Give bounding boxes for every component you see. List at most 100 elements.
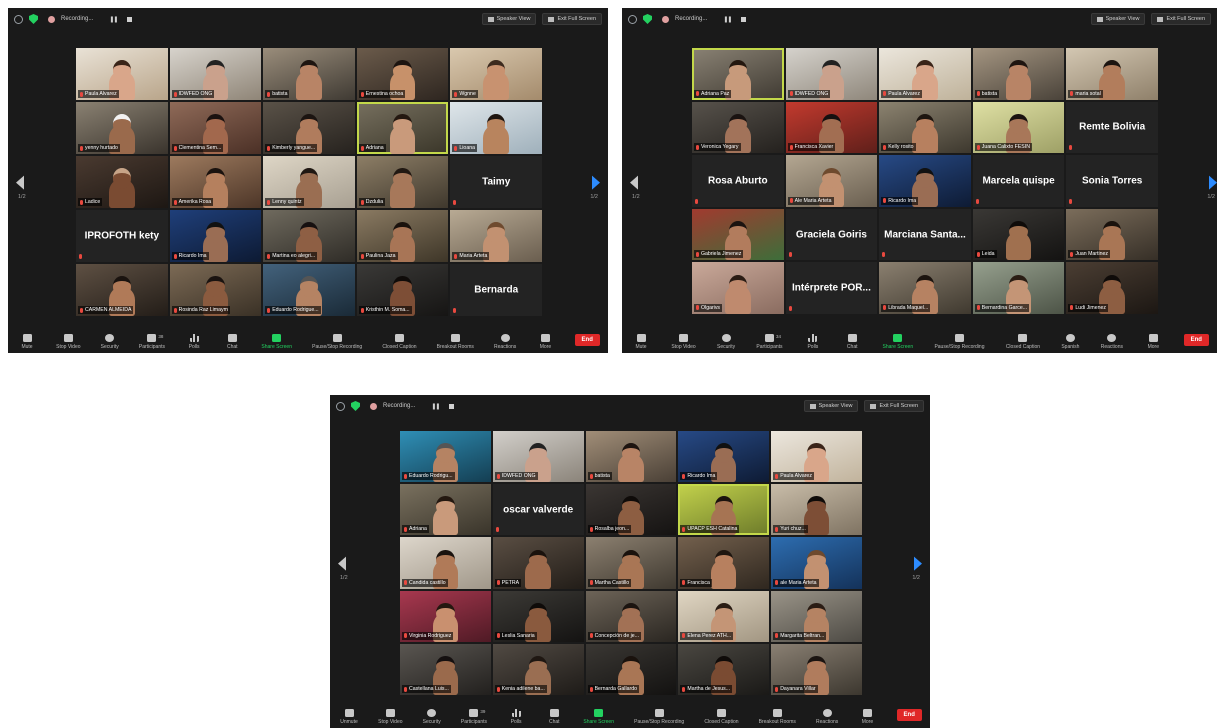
participant-video-tile[interactable]: Veronica Yegary — [692, 101, 784, 154]
previous-page-arrow-icon[interactable] — [16, 175, 24, 190]
mic-button[interactable]: Mute — [632, 334, 650, 350]
participant-video-tile[interactable]: Kenia adilene ba... — [492, 643, 584, 695]
participant-video-tile[interactable]: Candida castillo — [400, 537, 491, 589]
participant-name-tile[interactable]: Bernarda — [450, 264, 542, 316]
exit-fullscreen-button[interactable]: Exit Full Screen — [864, 400, 924, 412]
participant-video-tile[interactable]: Adriana — [356, 102, 449, 154]
reactions-button[interactable]: Reactions — [1101, 334, 1123, 350]
participant-video-tile[interactable]: Kimberly yangue... — [263, 102, 355, 154]
pause-stop-button[interactable]: Pause/Stop Recording — [634, 709, 684, 725]
participant-video-tile[interactable]: IDWFED ONG — [785, 48, 878, 100]
participant-video-tile[interactable]: Lioana — [450, 102, 542, 154]
participant-video-tile[interactable]: Kristhin M. Soma... — [356, 264, 449, 316]
pause-stop-button[interactable]: Pause/Stop Recording — [934, 334, 984, 350]
participant-name-tile[interactable]: Graciela Goiris — [785, 208, 878, 261]
stop-recording-icon[interactable] — [741, 16, 747, 22]
stop-recording-icon[interactable] — [127, 16, 133, 22]
next-page-arrow-icon[interactable] — [914, 556, 922, 571]
security-shield-icon[interactable] — [643, 14, 652, 24]
end-meeting-button[interactable]: End — [574, 334, 600, 346]
participant-name-tile[interactable]: Remte Bolivia — [1066, 101, 1158, 154]
more-button[interactable]: More — [858, 709, 876, 725]
pause-recording-icon[interactable]: ❚❚ — [431, 403, 440, 410]
info-icon[interactable] — [336, 401, 345, 411]
participant-name-tile[interactable]: Rosa Aburto — [692, 155, 784, 207]
participant-video-tile[interactable]: Paula Alvarez — [879, 48, 971, 100]
participant-video-tile[interactable]: Eduardo Rodrigue... — [263, 264, 355, 316]
participants-button[interactable]: 38 Participants — [139, 334, 165, 350]
mic-button[interactable]: Mute — [18, 334, 36, 350]
participant-name-tile[interactable]: Taimy — [450, 156, 542, 208]
camera-button[interactable]: Stop Video — [378, 709, 403, 725]
previous-page-arrow-icon[interactable] — [338, 556, 346, 571]
info-icon[interactable] — [628, 14, 637, 24]
share-screen-button[interactable]: Share Screen — [261, 334, 292, 350]
pause-recording-icon[interactable]: ❚❚ — [109, 16, 118, 23]
participant-video-tile[interactable]: IDWFED ONG — [492, 431, 584, 483]
participant-video-tile[interactable]: Clementina Sem... — [169, 102, 262, 154]
participant-video-tile[interactable]: Wgnne — [450, 48, 542, 100]
pause-recording-icon[interactable]: ❚❚ — [723, 16, 732, 23]
participant-video-tile[interactable]: Leida — [972, 208, 1065, 261]
polls-button[interactable]: Polls — [804, 334, 822, 350]
pause-stop-button[interactable]: Pause/Stop Recording — [312, 334, 362, 350]
participant-video-tile[interactable]: Castellana Luis... — [400, 643, 491, 695]
shield-button[interactable]: Security — [423, 709, 441, 725]
participant-video-tile[interactable]: ale Maria Arteta — [771, 537, 862, 589]
chat-button[interactable]: Chat — [843, 334, 861, 350]
participant-video-tile[interactable]: Rosalba jeon... — [585, 484, 677, 536]
participant-video-tile[interactable]: Gabriela Jimenez — [692, 208, 784, 261]
participant-video-tile[interactable]: Olgarivs — [692, 262, 784, 314]
shield-button[interactable]: Security — [101, 334, 119, 350]
participant-video-tile[interactable]: Paula Alvarez — [76, 48, 168, 100]
participant-video-tile[interactable]: PETRA — [492, 537, 584, 589]
participant-name-tile[interactable]: Sonia Torres — [1066, 155, 1158, 207]
participant-video-tile[interactable]: Dzdulia — [356, 156, 449, 208]
previous-page-arrow-icon[interactable] — [630, 175, 638, 190]
participant-video-tile[interactable]: Elena Perez ATH... — [678, 590, 770, 642]
share-screen-button[interactable]: Share Screen — [583, 709, 614, 725]
participants-button[interactable]: 39 Participants — [461, 709, 487, 725]
breakout-button[interactable]: Breakout Rooms — [437, 334, 474, 350]
participant-video-tile[interactable]: Paula Alvarez — [771, 431, 862, 483]
participant-video-tile[interactable]: UPACP ESH Catalina — [678, 484, 770, 536]
participant-video-tile[interactable]: Ale Maria Arteta — [785, 155, 878, 207]
participant-video-tile[interactable]: batista — [972, 48, 1065, 100]
participant-video-tile[interactable]: Dayanara Villar — [771, 643, 862, 695]
participant-video-tile[interactable]: Maria Arteta — [450, 210, 542, 262]
participant-video-tile[interactable]: Martina eo alegri... — [263, 210, 355, 262]
participant-video-tile[interactable]: Francisca — [678, 537, 770, 589]
participant-video-tile[interactable]: Adriana Paz — [692, 48, 784, 100]
participant-video-tile[interactable]: Yuri chuz... — [771, 484, 862, 536]
participant-video-tile[interactable]: Concepción de je... — [585, 590, 677, 642]
participant-video-tile[interactable]: maria sotal — [1066, 48, 1158, 100]
participant-video-tile[interactable]: Ricardo Ima — [879, 155, 971, 207]
participant-video-tile[interactable]: Bernarda Gallardo — [585, 643, 677, 695]
participant-video-tile[interactable]: Ladice — [76, 156, 168, 208]
participant-video-tile[interactable]: Francisca Xavier — [785, 101, 878, 154]
participant-video-tile[interactable]: Rosinda Raz Limaym — [169, 264, 262, 316]
end-meeting-button[interactable]: End — [896, 709, 922, 721]
next-page-arrow-icon[interactable] — [592, 175, 600, 190]
participant-video-tile[interactable]: Ludi Jimenez — [1066, 262, 1158, 314]
participant-video-tile[interactable]: Amerika Rosa — [169, 156, 262, 208]
polls-button[interactable]: Polls — [185, 334, 203, 350]
mic-off-button[interactable]: Unmute — [340, 709, 358, 725]
cc-button[interactable]: Closed Caption — [704, 709, 739, 725]
participant-video-tile[interactable]: Margarita Beltran... — [771, 590, 862, 642]
participant-video-tile[interactable]: yenny hurtado — [76, 102, 168, 154]
participant-video-tile[interactable]: Martha Castillo — [585, 537, 677, 589]
security-shield-icon[interactable] — [351, 401, 360, 411]
end-meeting-button[interactable]: End — [1183, 334, 1209, 346]
participant-video-tile[interactable]: batista — [585, 431, 677, 483]
info-icon[interactable] — [14, 14, 23, 24]
participant-name-tile[interactable]: Marciana Santa... — [879, 208, 971, 261]
share-screen-button[interactable]: Share Screen — [883, 334, 913, 350]
cc-button[interactable]: Closed Caption — [382, 334, 417, 350]
security-shield-icon[interactable] — [29, 14, 38, 24]
participant-video-tile[interactable]: Juan Martinez — [1066, 208, 1158, 261]
more-button[interactable]: More — [536, 334, 554, 350]
exit-fullscreen-button[interactable]: Exit Full Screen — [542, 13, 602, 25]
participant-video-tile[interactable]: Ricardo Ima — [678, 431, 770, 483]
camera-button[interactable]: Stop Video — [56, 334, 81, 350]
